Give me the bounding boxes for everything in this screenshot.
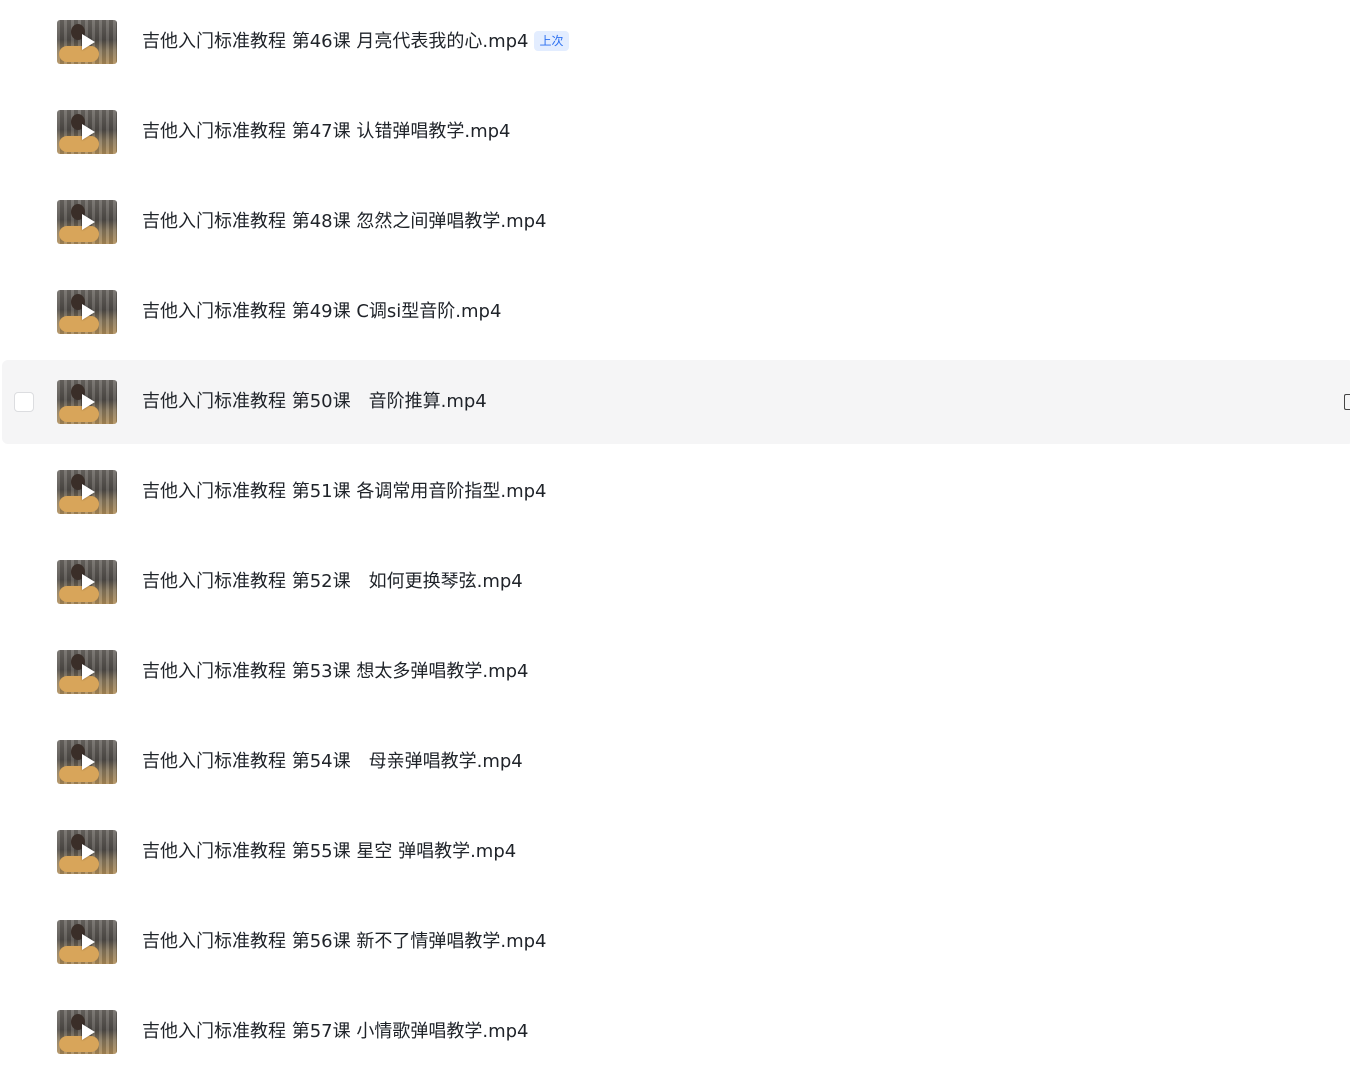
file-name[interactable]: 吉他入门标准教程 第50课 音阶推算.mp4 — [142, 389, 487, 415]
play-icon — [82, 214, 95, 230]
last-watched-badge: 上次 — [534, 31, 569, 51]
video-thumbnail[interactable] — [57, 1010, 117, 1054]
file-name[interactable]: 吉他入门标准教程 第52课 如何更换琴弦.mp4 — [142, 569, 523, 595]
file-name[interactable]: 吉他入门标准教程 第56课 新不了情弹唱教学.mp4 — [142, 929, 546, 955]
play-icon — [82, 124, 95, 140]
file-row[interactable]: 吉他入门标准教程 第46课 月亮代表我的心.mp4 上次 — [2, 0, 1350, 84]
file-name[interactable]: 吉他入门标准教程 第47课 认错弹唱教学.mp4 — [142, 119, 510, 145]
play-icon — [82, 394, 95, 410]
file-list: 吉他入门标准教程 第46课 月亮代表我的心.mp4 上次 吉他入门标准教程 第47… — [0, 0, 1350, 1077]
file-row[interactable]: 吉他入门标准教程 第47课 认错弹唱教学.mp4 — [2, 90, 1350, 174]
file-row[interactable]: 吉他入门标准教程 第48课 忽然之间弹唱教学.mp4 — [2, 180, 1350, 264]
file-name[interactable]: 吉他入门标准教程 第49课 C调si型音阶.mp4 — [142, 299, 501, 325]
file-row-hovered[interactable]: 吉他入门标准教程 第50课 音阶推算.mp4 — [2, 360, 1350, 444]
file-row[interactable]: 吉他入门标准教程 第49课 C调si型音阶.mp4 — [2, 270, 1350, 354]
file-row[interactable]: 吉他入门标准教程 第55课 星空 弹唱教学.mp4 — [2, 810, 1350, 894]
row-action-icon[interactable] — [1344, 394, 1350, 410]
play-icon — [82, 754, 95, 770]
video-thumbnail[interactable] — [57, 650, 117, 694]
video-thumbnail[interactable] — [57, 20, 117, 64]
video-thumbnail[interactable] — [57, 380, 117, 424]
video-thumbnail[interactable] — [57, 110, 117, 154]
file-row[interactable]: 吉他入门标准教程 第54课 母亲弹唱教学.mp4 — [2, 720, 1350, 804]
file-name[interactable]: 吉他入门标准教程 第46课 月亮代表我的心.mp4 上次 — [142, 29, 569, 55]
file-name[interactable]: 吉他入门标准教程 第53课 想太多弹唱教学.mp4 — [142, 659, 528, 685]
file-row[interactable]: 吉他入门标准教程 第56课 新不了情弹唱教学.mp4 — [2, 900, 1350, 984]
file-row[interactable]: 吉他入门标准教程 第52课 如何更换琴弦.mp4 — [2, 540, 1350, 624]
video-thumbnail[interactable] — [57, 560, 117, 604]
file-row[interactable]: 吉他入门标准教程 第51课 各调常用音阶指型.mp4 — [2, 450, 1350, 534]
file-name[interactable]: 吉他入门标准教程 第55课 星空 弹唱教学.mp4 — [142, 839, 516, 865]
video-thumbnail[interactable] — [57, 290, 117, 334]
play-icon — [82, 844, 95, 860]
video-thumbnail[interactable] — [57, 200, 117, 244]
file-name[interactable]: 吉他入门标准教程 第57课 小情歌弹唱教学.mp4 — [142, 1019, 528, 1045]
row-checkbox[interactable] — [14, 392, 34, 412]
play-icon — [82, 664, 95, 680]
file-name[interactable]: 吉他入门标准教程 第51课 各调常用音阶指型.mp4 — [142, 479, 546, 505]
play-icon — [82, 484, 95, 500]
file-name[interactable]: 吉他入门标准教程 第48课 忽然之间弹唱教学.mp4 — [142, 209, 546, 235]
play-icon — [82, 34, 95, 50]
file-row[interactable]: 吉他入门标准教程 第53课 想太多弹唱教学.mp4 — [2, 630, 1350, 714]
file-row[interactable]: 吉他入门标准教程 第57课 小情歌弹唱教学.mp4 — [2, 990, 1350, 1074]
file-name[interactable]: 吉他入门标准教程 第54课 母亲弹唱教学.mp4 — [142, 749, 523, 775]
play-icon — [82, 574, 95, 590]
video-thumbnail[interactable] — [57, 920, 117, 964]
video-thumbnail[interactable] — [57, 830, 117, 874]
play-icon — [82, 304, 95, 320]
play-icon — [82, 1024, 95, 1040]
video-thumbnail[interactable] — [57, 470, 117, 514]
video-thumbnail[interactable] — [57, 740, 117, 784]
play-icon — [82, 934, 95, 950]
